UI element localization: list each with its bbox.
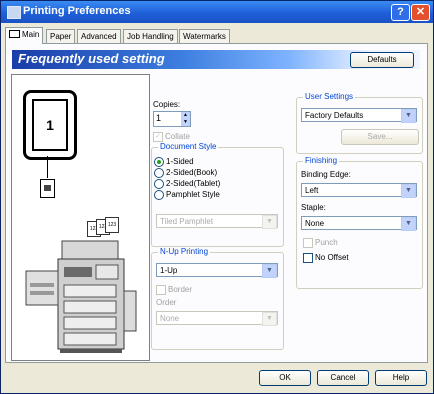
order-select[interactable]: None ▼ <box>156 311 278 326</box>
order-label: Order <box>156 298 177 307</box>
tab-main-label: Main <box>22 30 40 39</box>
staple-label: Staple: <box>301 203 326 212</box>
radio-2-sided-tablet[interactable] <box>154 179 164 189</box>
staple-select[interactable]: None ▼ <box>301 216 417 231</box>
pamphlet-type-value: Tiled Pamphlet <box>160 217 214 226</box>
user-settings-label: User Settings <box>303 92 356 101</box>
copies-icon: 123 123 123 <box>87 217 125 237</box>
order-value: None <box>160 314 180 323</box>
tab-job-handling-label: Job Handling <box>127 32 174 41</box>
tab-job-handling[interactable]: Job Handling <box>123 29 178 43</box>
tab-watermarks-label: Watermarks <box>183 32 226 41</box>
close-icon[interactable]: ✕ <box>411 4 430 21</box>
punch-checkbox[interactable] <box>303 238 313 248</box>
printer-icon <box>25 240 137 353</box>
chevron-down-icon: ▼ <box>262 215 277 229</box>
document-preview: 1 <box>23 90 77 160</box>
printer-tab-icon <box>9 30 20 38</box>
binding-edge-select[interactable]: Left ▼ <box>301 183 417 198</box>
chevron-down-icon: ▼ <box>401 184 416 198</box>
tab-advanced[interactable]: Advanced <box>77 29 121 43</box>
output-page-icon <box>40 179 55 198</box>
document-style-label: Document Style <box>158 142 219 151</box>
help-icon[interactable]: ? <box>391 4 410 21</box>
banner-title: Frequently used setting <box>18 51 165 66</box>
option-2-sided-tablet-label: 2-Sided(Tablet) <box>166 179 221 188</box>
finishing-label: Finishing <box>303 156 340 165</box>
copies-value: 1 <box>156 113 162 123</box>
ok-button[interactable]: OK <box>259 370 311 386</box>
option-pamphlet-style-label: Pamphlet Style <box>166 190 220 199</box>
tab-main[interactable]: Main <box>5 27 44 44</box>
stepper-arrows-icon[interactable]: ▲ ▼ <box>181 112 190 126</box>
title-bar[interactable]: Printing Preferences ? ✕ <box>1 1 433 23</box>
copy-sheet: 123 <box>105 217 119 233</box>
page-number: 1 <box>32 99 68 151</box>
finishing-group: Finishing Binding Edge: Left ▼ Staple: N… <box>296 156 423 289</box>
border-checkbox[interactable] <box>156 285 166 295</box>
copies-label: Copies: <box>153 100 181 109</box>
option-2-sided-book-label: 2-Sided(Book) <box>166 168 218 177</box>
printing-preferences-window: Printing Preferences ? ✕ Main Paper Adva… <box>0 0 434 394</box>
print-preview: 1 123 123 123 <box>11 74 150 361</box>
user-settings-select[interactable]: Factory Defaults ▼ <box>301 108 417 123</box>
nup-value: 1-Up <box>160 266 178 275</box>
help-button[interactable]: Help <box>375 370 427 386</box>
binding-edge-label: Binding Edge: <box>301 170 351 179</box>
option-1-sided-label: 1-Sided <box>166 157 194 166</box>
radio-pamphlet-style[interactable] <box>154 190 164 200</box>
nup-printing-group: N-Up Printing 1-Up ▼ Border Order None ▼ <box>151 247 284 350</box>
cancel-button[interactable]: Cancel <box>317 370 369 386</box>
tab-watermarks[interactable]: Watermarks <box>179 29 230 43</box>
document-style-group: Document Style 1-Sided 2-Sided(Book) 2-S… <box>151 142 284 247</box>
no-offset-label: No Offset <box>315 253 349 262</box>
collate-label: Collate <box>165 132 190 141</box>
nup-select[interactable]: 1-Up ▼ <box>156 263 278 278</box>
user-settings-group: User Settings Factory Defaults ▼ Save... <box>296 92 423 154</box>
tab-paper-label: Paper <box>50 32 72 41</box>
chevron-down-icon: ▼ <box>401 109 416 123</box>
frequently-used-banner: Frequently used setting Defaults <box>12 50 420 69</box>
punch-label: Punch <box>315 238 338 247</box>
no-offset-checkbox[interactable] <box>303 253 313 263</box>
chevron-down-icon: ▼ <box>401 217 416 231</box>
copies-stepper[interactable]: 1 ▲ ▼ <box>153 111 191 127</box>
main-tab-panel: Frequently used setting Defaults 1 123 1… <box>5 43 428 363</box>
chevron-down-icon: ▼ <box>262 264 277 278</box>
pamphlet-type-select[interactable]: Tiled Pamphlet ▼ <box>156 214 278 229</box>
defaults-button[interactable]: Defaults <box>350 52 414 68</box>
staple-value: None <box>305 219 325 228</box>
border-label: Border <box>168 285 193 294</box>
preview-connector <box>47 156 48 178</box>
binding-edge-value: Left <box>305 186 319 195</box>
save-button[interactable]: Save... <box>341 129 419 145</box>
window-title: Printing Preferences <box>23 5 131 17</box>
chevron-down-icon: ▼ <box>262 312 277 326</box>
nup-printing-label: N-Up Printing <box>158 247 211 256</box>
radio-1-sided[interactable] <box>154 157 164 167</box>
printer-app-icon <box>7 6 21 19</box>
tab-advanced-label: Advanced <box>81 32 117 41</box>
tab-paper[interactable]: Paper <box>46 29 76 43</box>
radio-2-sided-book[interactable] <box>154 168 164 178</box>
collate-checkbox[interactable]: ✓ <box>153 132 163 142</box>
user-settings-value: Factory Defaults <box>305 111 364 120</box>
